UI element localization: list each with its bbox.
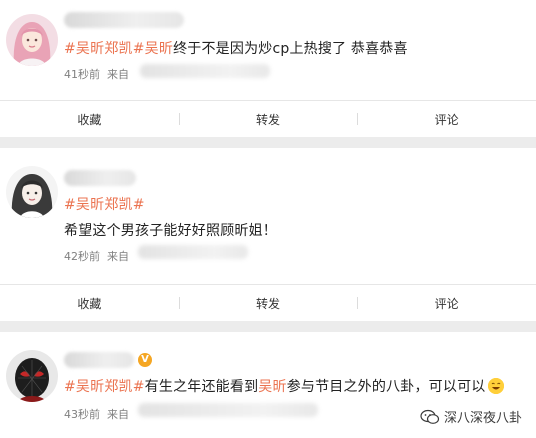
post-tag-line: #吴昕郑凯#: [64, 194, 145, 214]
hashtag-link[interactable]: #吴昕郑凯#: [64, 379, 145, 395]
mention-link[interactable]: 吴昕: [258, 379, 286, 395]
source-label: 来自: [107, 408, 129, 421]
source-blurred[interactable]: [138, 245, 248, 259]
post-body: 终于不是因为炒cp上热搜了 恭喜恭喜: [173, 41, 408, 57]
action-bar: 收藏 转发 评论: [0, 284, 536, 321]
avatar[interactable]: [6, 166, 58, 218]
timestamp[interactable]: 42秒前: [64, 250, 100, 263]
avatar-girl-bw-icon: [6, 166, 58, 218]
source-blurred[interactable]: [138, 403, 318, 417]
avatar-girl-pink-icon: [6, 14, 58, 66]
hashtag-link[interactable]: #吴昕郑凯#: [64, 197, 145, 213]
avatar[interactable]: [6, 14, 58, 66]
avatar[interactable]: [6, 350, 58, 402]
verified-badge-icon: V: [138, 353, 152, 367]
post-meta: 42秒前 来自: [64, 248, 129, 264]
repost-button[interactable]: 转发: [178, 295, 358, 312]
hashtag-link[interactable]: #吴昕郑凯#: [64, 41, 145, 57]
username-blurred[interactable]: [64, 170, 136, 186]
watermark-text: 深八深夜八卦: [443, 411, 522, 426]
post-body-part1: 有生之年还能看到: [144, 379, 259, 395]
favorite-button[interactable]: 收藏: [0, 295, 179, 312]
post-card-1: #吴昕郑凯#吴昕终于不是因为炒cp上热搜了 恭喜恭喜 41秒前 来自 收藏 转发…: [0, 0, 536, 137]
source-label: 来自: [107, 250, 129, 263]
mention-link[interactable]: 吴昕: [145, 41, 173, 57]
post-card-3: V #吴昕郑凯#有生之年还能看到吴昕参与节目之外的八卦，可以可以 43秒前 来自…: [0, 332, 536, 438]
post-body: 希望这个男孩子能好好照顾昕姐！: [64, 223, 277, 239]
username-blurred[interactable]: [64, 352, 134, 368]
timestamp[interactable]: 43秒前: [64, 408, 100, 421]
post-text: #吴昕郑凯#有生之年还能看到吴昕参与节目之外的八卦，可以可以: [64, 376, 504, 396]
laugh-emoji-icon: [487, 378, 504, 394]
post-meta: 41秒前 来自: [64, 66, 129, 82]
comment-button[interactable]: 评论: [357, 295, 536, 312]
comment-button[interactable]: 评论: [357, 111, 536, 128]
post-card-2: #吴昕郑凯# 希望这个男孩子能好好照顾昕姐！ 42秒前 来自 收藏 转发 评论: [0, 148, 536, 321]
action-bar: 收藏 转发 评论: [0, 100, 536, 137]
post-text: #吴昕郑凯#吴昕终于不是因为炒cp上热搜了 恭喜恭喜: [64, 38, 408, 58]
wechat-icon: [420, 409, 440, 425]
username-blurred[interactable]: [64, 12, 184, 28]
favorite-button[interactable]: 收藏: [0, 111, 179, 128]
repost-button[interactable]: 转发: [178, 111, 358, 128]
post-body-part2: 参与节目之外的八卦，可以可以: [286, 379, 486, 395]
post-meta: 43秒前 来自: [64, 406, 129, 422]
source-label: 来自: [107, 68, 129, 81]
watermark: 深八深夜八卦: [420, 407, 522, 426]
timestamp[interactable]: 41秒前: [64, 68, 100, 81]
source-blurred[interactable]: [140, 64, 270, 78]
post-text: 希望这个男孩子能好好照顾昕姐！: [64, 220, 277, 240]
avatar-spiderman-icon: [6, 350, 58, 402]
